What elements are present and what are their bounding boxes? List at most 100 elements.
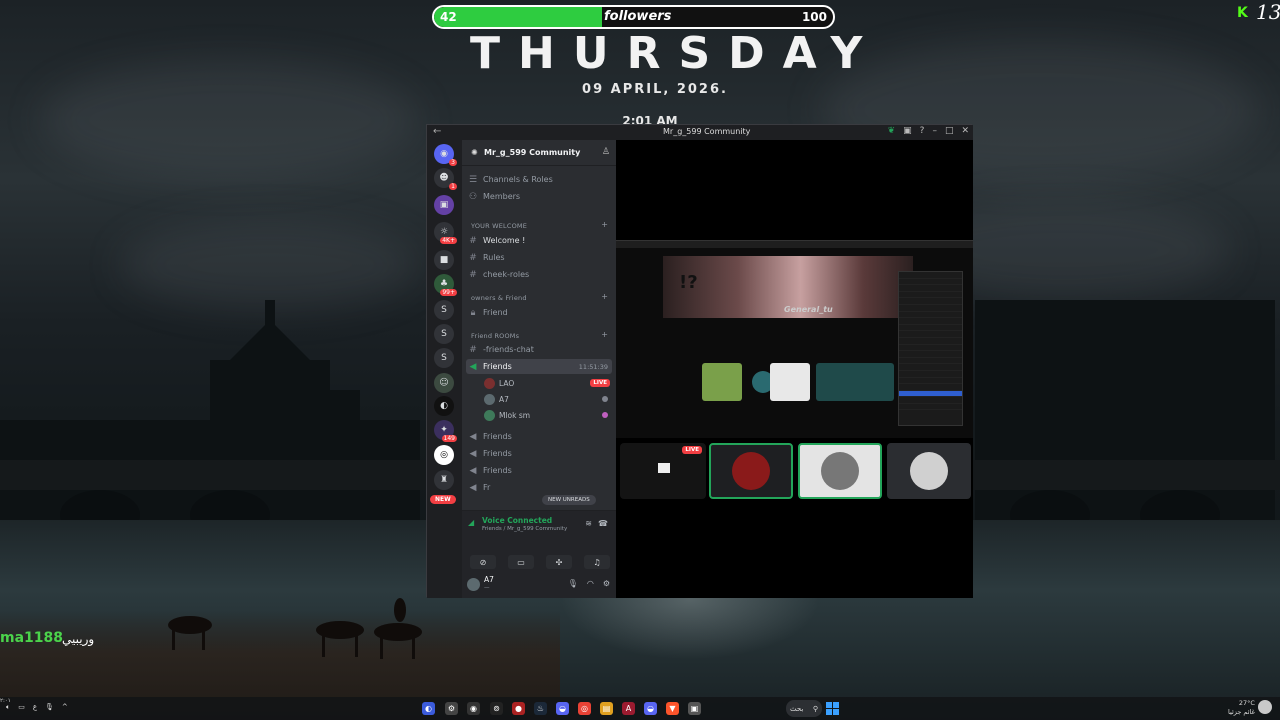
weather-widget[interactable]: 27°C غائم جزئيا — [1228, 699, 1255, 717]
speaker-icon: ◀ — [469, 465, 477, 476]
taskbar-clock[interactable]: ٢:٠١ — [0, 698, 11, 705]
participant-avatar — [910, 452, 948, 490]
participant-tile-photo[interactable] — [798, 443, 882, 499]
add-channel-icon[interactable]: + — [601, 330, 608, 339]
stream-tile[interactable]: LIVE — [620, 443, 706, 499]
followers-goal: 100 — [801, 10, 827, 24]
channel-rules[interactable]: # Rules — [466, 250, 612, 265]
list-item — [899, 325, 962, 332]
voice-connected-text[interactable]: Voice Connected — [482, 516, 552, 525]
channel-friend-label: Friend — [483, 308, 508, 317]
back-arrow-icon[interactable]: ← — [433, 126, 441, 137]
add-channel-icon[interactable]: + — [601, 292, 608, 301]
voice-member-lao[interactable]: LAO — [484, 376, 514, 390]
access-app-icon[interactable]: A — [622, 702, 635, 715]
server-icon-1[interactable]: ☻ 1 — [434, 168, 457, 190]
voice-channel-friends-5[interactable]: ◀ Fr — [466, 480, 612, 495]
list-icon: ☰ — [468, 174, 478, 185]
microphone-icon[interactable]: 🎙︎ — [45, 703, 54, 712]
shared-list — [898, 271, 963, 426]
headphones-icon[interactable]: ◠ — [587, 579, 594, 588]
disconnect-icon[interactable]: ☎ — [598, 519, 608, 528]
list-item — [899, 305, 962, 312]
folder-icon[interactable]: ■ — [434, 250, 454, 270]
screen-share-icon[interactable]: ▭ — [508, 555, 534, 569]
user-name[interactable]: A7 — [484, 575, 494, 584]
steam-app-icon[interactable]: ♨ — [534, 702, 547, 715]
server-badge-2: 4K+ — [440, 237, 457, 244]
brave-app-icon[interactable]: ▼ — [666, 702, 679, 715]
server-icon-8[interactable]: ♜ — [434, 470, 454, 490]
server-icon-5[interactable]: ◐ — [434, 396, 454, 416]
voice-location[interactable]: Friends / Mr_g_599 Community — [482, 526, 567, 532]
new-pill[interactable]: NEW — [430, 495, 456, 504]
taskbar-app-icon[interactable]: ◐ — [422, 702, 435, 715]
language-icon[interactable]: ع — [33, 703, 37, 712]
weather-temp: 27°C — [1238, 699, 1255, 707]
settings-gear-icon[interactable]: ⚙ — [603, 579, 610, 588]
participant-tile-player[interactable] — [709, 443, 793, 499]
record-app-icon[interactable]: ● — [512, 702, 525, 715]
user-status: — — [484, 585, 490, 591]
server-icon-s2[interactable]: S — [434, 324, 454, 344]
participant-tile-dark[interactable] — [887, 443, 971, 499]
voice-channel-friends-4[interactable]: ◀ Friends — [466, 463, 612, 478]
server-icon-s1[interactable]: S — [434, 300, 454, 320]
channel-friend[interactable]: 🔒︎ Friend — [466, 305, 612, 320]
chrome-app-icon[interactable]: ◎ — [578, 702, 591, 715]
lock-icon: 🔒︎ — [470, 307, 476, 318]
voice-member-a7[interactable]: A7 — [484, 392, 509, 406]
channel-friends-chat[interactable]: # -friends-chat — [466, 342, 612, 357]
start-button[interactable] — [826, 702, 839, 715]
server-header[interactable]: ✺ Mr_g_599 Community ♙ — [462, 140, 616, 166]
discord-home-icon[interactable]: ◉ 3 — [434, 144, 457, 166]
server-badge-3: 99+ — [440, 289, 457, 296]
voice-member-mlok[interactable]: Mlok sm — [484, 408, 530, 422]
soundboard-icon[interactable]: ♫ — [584, 555, 610, 569]
invite-icon[interactable]: ♙ — [602, 147, 610, 157]
voice-channel-friends-3[interactable]: ◀ Friends — [466, 446, 612, 461]
files-app-icon[interactable]: ▤ — [600, 702, 613, 715]
display-icon[interactable]: ▭ — [18, 703, 25, 712]
twitch-server-icon[interactable]: ▣ — [434, 195, 454, 215]
discord-app-icon[interactable]: ◒ — [556, 702, 569, 715]
channel-cheek-roles[interactable]: # cheek-roles — [466, 267, 612, 282]
taskbar-search[interactable]: بحث ⚲ — [786, 700, 822, 717]
close-icon[interactable]: ✕ — [961, 126, 969, 136]
server-icon-7[interactable]: ◎ — [434, 445, 454, 465]
noise-suppression-icon[interactable]: ≋ — [585, 519, 592, 528]
minimize-icon[interactable]: – — [932, 126, 937, 136]
voice-channel-friends-active[interactable]: ◀ Friends 11:51:39 — [466, 359, 612, 374]
members-item[interactable]: ⚇ Members — [466, 189, 612, 204]
activities-icon[interactable]: ✣ — [546, 555, 572, 569]
server-icon-4[interactable]: ☺ — [434, 373, 454, 393]
new-unreads-pill[interactable]: NEW UNREADS — [542, 495, 596, 505]
microphone-icon[interactable]: 🎙︎ — [568, 579, 578, 588]
discord-app-icon-2[interactable]: ◒ — [644, 702, 657, 715]
server-icon-s3[interactable]: S — [434, 348, 454, 368]
camera-off-icon[interactable]: ⊘ — [470, 555, 496, 569]
chevron-up-icon[interactable]: ^ — [62, 703, 68, 712]
obs-app-icon-2[interactable]: ⊚ — [490, 702, 503, 715]
category-welcome[interactable]: YOUR WELCOME — [471, 222, 527, 230]
shared-screen[interactable]: !? General_tu — [616, 240, 973, 438]
maximize-icon[interactable]: □ — [945, 126, 954, 136]
home-badge: 3 — [449, 159, 457, 166]
server-icon-2[interactable]: ☼ 4K+ — [434, 222, 457, 244]
add-channel-icon[interactable]: + — [601, 220, 608, 229]
category-rooms[interactable]: Friend ROOMs — [471, 332, 519, 340]
leaf-icon[interactable]: ❦ — [888, 126, 896, 136]
server-icon-3[interactable]: ♣ 99+ — [434, 274, 457, 296]
settings-app-icon[interactable]: ⚙ — [445, 702, 458, 715]
terminal-app-icon[interactable]: ▣ — [688, 702, 701, 715]
obs-app-icon[interactable]: ◉ — [467, 702, 480, 715]
help-icon[interactable]: ? — [920, 126, 925, 136]
server-icon-6[interactable]: ✦ 149 — [434, 420, 457, 442]
category-owners[interactable]: owners & Friend — [471, 294, 527, 302]
voice-channel-friends-2[interactable]: ◀ Friends — [466, 429, 612, 444]
user-avatar[interactable] — [467, 578, 480, 591]
inbox-icon[interactable]: ▣ — [903, 126, 912, 136]
channels-roles-item[interactable]: ☰ Channels & Roles — [466, 172, 612, 187]
hash-icon: # — [469, 344, 477, 355]
channel-welcome[interactable]: # Welcome ! — [466, 233, 612, 248]
